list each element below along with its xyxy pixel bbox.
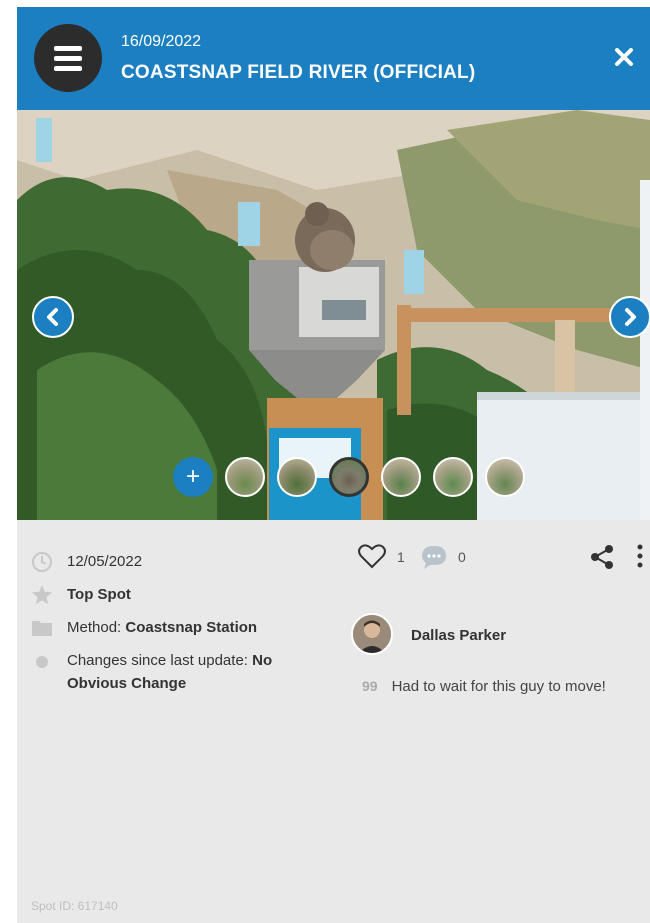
folder-icon (32, 621, 52, 636)
changes-label: Changes since last update: (67, 652, 248, 669)
photo-caption: 99 Had to wait for this guy to move! (362, 678, 606, 695)
like-count: 1 (397, 549, 405, 565)
changes-value-line2: Obvious Change (67, 675, 187, 692)
header-date: 16/09/2022 (121, 33, 202, 50)
chevron-left-icon (47, 308, 58, 326)
plus-icon: + (185, 463, 200, 490)
dot-icon (36, 656, 48, 668)
quote-icon: 99 (362, 678, 378, 694)
caption-text: Had to wait for this guy to move! (391, 678, 606, 695)
next-photo-button[interactable] (609, 296, 650, 338)
previous-photo-button[interactable] (32, 296, 74, 338)
beach-scene-image (17, 110, 650, 520)
close-icon (615, 48, 633, 66)
method-value: Coastsnap Station (125, 619, 258, 636)
comment-icon[interactable] (420, 544, 448, 570)
hamburger-icon (54, 46, 82, 51)
hamburger-icon-bar (54, 56, 82, 61)
photo-thumbnail-active[interactable] (329, 457, 369, 497)
photo-date: 12/05/2022 (67, 553, 143, 570)
spot-detail-panel: 16/09/2022 COASTSNAP FIELD RIVER (OFFICI… (17, 7, 650, 923)
hamburger-icon-bar (54, 66, 82, 71)
menu-button[interactable] (34, 24, 102, 92)
comment-count: 0 (458, 549, 466, 565)
spot-id: Spot ID: 617140 (31, 899, 118, 913)
photo-thumbnail[interactable] (277, 457, 317, 497)
photo-thumbnail[interactable] (381, 457, 421, 497)
share-icon[interactable] (588, 543, 616, 571)
close-button[interactable] (610, 43, 638, 71)
changes-text: Changes since last update: No (67, 652, 272, 669)
changes-value-line1: No (252, 652, 273, 669)
photo-thumbnail[interactable] (433, 457, 473, 497)
photo-thumbnail[interactable] (485, 457, 525, 497)
user-photo (353, 615, 391, 653)
user-name[interactable]: Dallas Parker (411, 627, 506, 644)
star-icon (32, 585, 52, 605)
page-title: COASTSNAP FIELD RIVER (OFFICIAL) (121, 62, 476, 83)
clock-icon (32, 552, 52, 572)
photo-thumbnail[interactable] (225, 457, 265, 497)
avatar[interactable] (351, 613, 393, 655)
chevron-right-icon (625, 308, 636, 326)
add-photo-button[interactable]: + (173, 457, 213, 497)
more-options-icon[interactable] (635, 543, 645, 571)
method-text: Method: Coastsnap Station (67, 619, 257, 636)
heart-icon[interactable] (358, 543, 386, 569)
spot-details: 12/05/2022 Top Spot Method: Coastsnap St… (17, 520, 650, 923)
method-label: Method: (67, 619, 122, 636)
spot-photo[interactable]: + (17, 110, 650, 520)
header-bar: 16/09/2022 COASTSNAP FIELD RIVER (OFFICI… (17, 7, 650, 110)
social-bar: 1 0 (358, 543, 648, 571)
top-spot-label: Top Spot (67, 586, 131, 603)
